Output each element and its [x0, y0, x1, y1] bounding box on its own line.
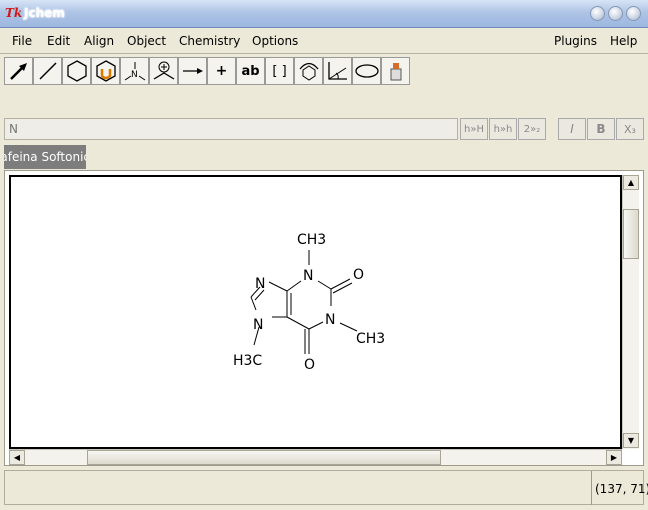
toolbar: N + ab [ ] [0, 55, 648, 87]
text-tool[interactable]: ab [236, 57, 265, 85]
plus-tool[interactable]: + [207, 57, 236, 85]
arc-icon [298, 62, 319, 81]
ring-tool[interactable] [62, 57, 91, 85]
maximize-icon[interactable] [608, 6, 623, 21]
status-bar: (137, 71) [4, 470, 648, 505]
right-arrow-icon [182, 68, 203, 74]
reaction-arrow-tool[interactable] [178, 57, 207, 85]
atom-label-o-bottom: O [304, 357, 315, 373]
atom-label-n9: N [255, 276, 265, 292]
drawing-canvas[interactable]: CH3 N O N N CH3 N H3C O [9, 175, 622, 449]
scroll-up-icon[interactable]: ▲ [623, 175, 639, 190]
nitrogen-atom-icon: N [124, 62, 145, 81]
menu-object[interactable]: Object [127, 34, 166, 48]
atom-label-n1: N [325, 312, 335, 328]
atom-label-n3: N [303, 268, 313, 284]
close-icon[interactable] [626, 6, 641, 21]
arc-tool[interactable] [294, 57, 323, 85]
ellipse-icon [354, 64, 379, 78]
rotate-icon [327, 62, 347, 80]
arrow-icon [9, 63, 27, 80]
number-subscript-button[interactable]: 2»₂ [518, 118, 546, 140]
menu-align[interactable]: Align [84, 34, 114, 48]
atom-tool[interactable]: N [120, 57, 149, 85]
superscript-h-button[interactable]: h»h [489, 118, 517, 140]
app-icon: Tk [5, 6, 23, 20]
charge-tool[interactable] [149, 57, 178, 85]
ellipse-tool[interactable] [352, 57, 381, 85]
eraser-icon [390, 63, 401, 81]
window-title: Jchem [24, 6, 65, 20]
select-arrow-tool[interactable] [4, 57, 33, 85]
atom-label-ch3-top: CH3 [297, 232, 326, 248]
bold-button[interactable]: B [587, 118, 615, 140]
template-tool[interactable] [91, 57, 120, 85]
minimize-icon[interactable] [590, 6, 605, 21]
charge-plus-icon [153, 61, 174, 80]
horizontal-scroll-thumb[interactable] [87, 450, 441, 465]
bond-tool[interactable] [33, 57, 62, 85]
subscript-button[interactable]: X₃ [616, 118, 644, 140]
vertical-scrollbar[interactable]: ▲ ▼ [622, 175, 639, 449]
atom-label-h3c: H3C [233, 353, 262, 369]
template-hexagon-icon [95, 60, 116, 82]
menu-options[interactable]: Options [252, 34, 298, 48]
caffeine-molecule: CH3 N O N N CH3 N H3C O [233, 232, 385, 373]
scroll-left-icon[interactable]: ◀ [9, 450, 25, 465]
title-bar: Tk Jchem [0, 0, 648, 28]
document-tab[interactable]: Cafeina Softonic. [4, 145, 86, 169]
menu-bar: File Edit Align Object Chemistry Options… [0, 28, 648, 54]
menu-edit[interactable]: Edit [47, 34, 70, 48]
menu-chemistry[interactable]: Chemistry [179, 34, 240, 48]
atom-label-o-top: O [353, 267, 364, 283]
menu-file[interactable]: File [12, 34, 32, 48]
menu-plugins[interactable]: Plugins [554, 34, 597, 48]
scroll-right-icon[interactable]: ▶ [606, 450, 622, 465]
line-icon [38, 62, 57, 80]
atom-text-input[interactable]: N [4, 118, 458, 140]
cursor-coordinates: (137, 71) [591, 471, 648, 505]
atom-label-ch3-right: CH3 [356, 331, 385, 347]
molecule-bonds [250, 250, 358, 354]
text-format-bar: N h»H h»h 2»₂ I B X₃ [0, 116, 648, 142]
horizontal-scrollbar[interactable]: ◀ ▶ [9, 449, 622, 465]
vertical-scroll-thumb[interactable] [623, 209, 639, 259]
document-tab-label: Cafeina Softonic. [4, 150, 86, 164]
subscript-h-button[interactable]: h»H [460, 118, 488, 140]
svg-text:N: N [131, 70, 138, 80]
scroll-down-icon[interactable]: ▼ [623, 433, 639, 448]
bracket-tool[interactable]: [ ] [265, 57, 294, 85]
rotate-tool[interactable] [323, 57, 352, 85]
italic-button[interactable]: I [558, 118, 586, 140]
hexagon-icon [66, 60, 87, 82]
menu-help[interactable]: Help [610, 34, 637, 48]
atom-label-n7: N [253, 317, 263, 333]
eraser-tool[interactable] [381, 57, 410, 85]
